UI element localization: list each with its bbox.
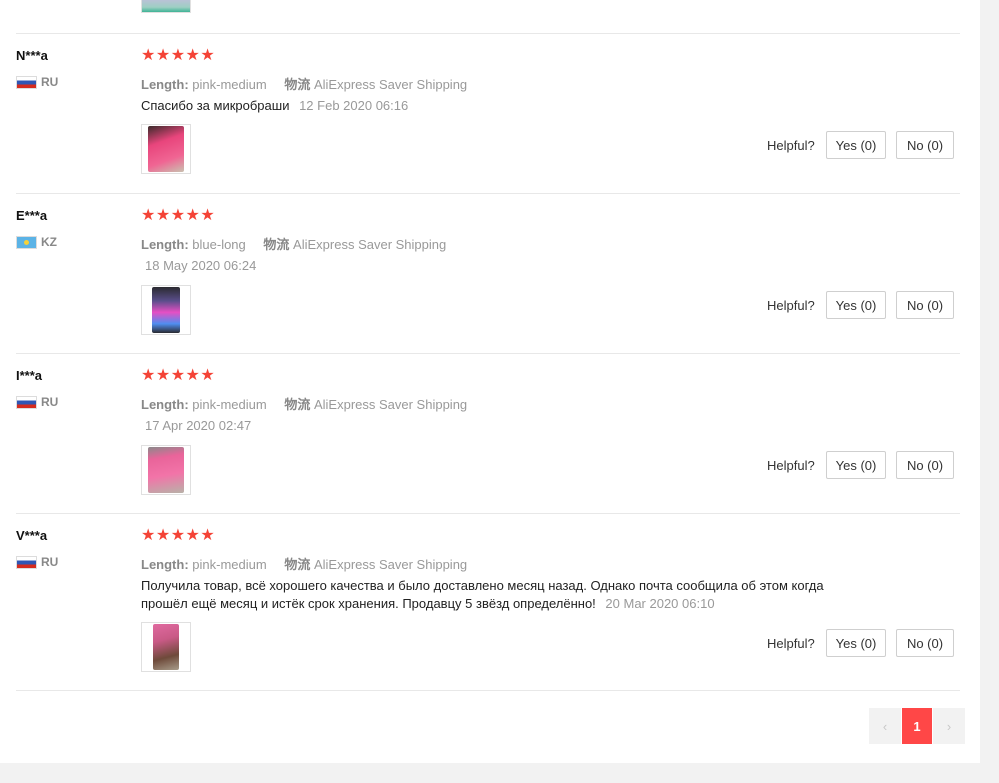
helpful-no-button[interactable]: No (0) [896,629,954,657]
star-rating: ★★★★★ [141,47,216,64]
length-label: Length: [141,237,189,252]
country-code: KZ [41,235,57,249]
photo-image [148,447,184,493]
helpful-label: Helpful? [767,636,815,651]
review-body: Спасибо за микробраши [141,98,290,113]
length-value: pink-medium [192,557,267,572]
review-date: 12 Feb 2020 06:16 [299,98,409,113]
star-rating: ★★★★★ [141,367,216,384]
helpful-no-button[interactable]: No (0) [896,451,954,479]
reviewer-name: E***a [16,208,48,223]
reviewer-name: I***a [16,368,43,383]
review-attributes: Length: pink-medium 物流 AliExpress Saver … [141,394,467,413]
length-label: Length: [141,557,189,572]
helpful-no-button[interactable]: No (0) [896,291,954,319]
reviews-panel: N***a RU ★★★★★ Length: pink-medium 物流 Al… [0,0,980,763]
helpful-label: Helpful? [767,298,815,313]
chevron-left-icon: ‹ [882,718,888,734]
helpful-yes-button[interactable]: Yes (0) [826,629,886,657]
reviewer-name: N***a [16,48,48,63]
review-date: 18 May 2020 06:24 [145,258,257,273]
reviewer-country: RU [16,555,58,569]
helpful-yes-button[interactable]: Yes (0) [826,131,886,159]
photo-image [153,624,179,670]
kazakhstan-flag-icon [16,235,37,249]
length-label: Length: [141,397,189,412]
country-code: RU [41,75,59,89]
helpful-no-button[interactable]: No (0) [896,131,954,159]
shipping-value: AliExpress Saver Shipping [313,557,468,572]
reviewer-country: KZ [16,235,57,249]
reviewer-country: RU [16,395,58,409]
review-attributes: Length: pink-medium 物流 AliExpress Saver … [141,74,467,93]
shipping-value: AliExpress Saver Shipping [313,397,468,412]
review-body: Получила товар, всё хорошего качества и … [141,578,824,611]
previous-review-photo[interactable] [141,0,191,13]
review-photo[interactable] [141,285,191,335]
review-photo[interactable] [141,445,191,495]
review-text: 18 May 2020 06:24 [141,257,881,275]
chevron-right-icon: › [946,718,952,734]
shipping-label: 物流 [263,237,290,252]
helpful-label: Helpful? [767,458,815,473]
pagination-next-button[interactable]: › [933,708,965,744]
length-label: Length: [141,77,189,92]
reviewer-name: V***a [16,528,48,543]
star-rating: ★★★★★ [141,207,216,224]
pagination-page-current[interactable]: 1 [902,708,932,744]
review-date: 20 Mar 2020 06:10 [605,596,715,611]
review-text: 17 Apr 2020 02:47 [141,417,881,435]
shipping-label: 物流 [284,397,311,412]
shipping-label: 物流 [284,77,311,92]
length-value: blue-long [192,237,246,252]
review-date: 17 Apr 2020 02:47 [145,418,252,433]
review-text: Спасибо за микробраши 12 Feb 2020 06:16 [141,97,881,115]
helpful-yes-button[interactable]: Yes (0) [826,451,886,479]
photo-image [148,126,184,172]
helpful-label: Helpful? [767,138,815,153]
review-item: I***a RU ★★★★★ Length: pink-medium 物流 Al… [16,353,960,514]
shipping-value: AliExpress Saver Shipping [293,237,447,252]
reviewer-country: RU [16,75,58,89]
russia-flag-icon [16,75,37,89]
review-photo[interactable] [141,622,191,672]
divider [16,690,960,691]
review-attributes: Length: blue-long 物流 AliExpress Saver Sh… [141,234,446,253]
helpful-yes-button[interactable]: Yes (0) [826,291,886,319]
review-item: V***a RU ★★★★★ Length: pink-medium 物流 Al… [16,513,960,691]
photo-image [152,287,180,333]
review-photo[interactable] [141,124,191,174]
length-value: pink-medium [192,397,267,412]
russia-flag-icon [16,555,37,569]
review-attributes: Length: pink-medium 物流 AliExpress Saver … [141,554,467,573]
country-code: RU [41,395,59,409]
review-text: Получила товар, всё хорошего качества и … [141,577,861,613]
shipping-value: AliExpress Saver Shipping [313,77,468,92]
length-value: pink-medium [192,77,267,92]
star-rating: ★★★★★ [141,527,216,544]
country-code: RU [41,555,59,569]
russia-flag-icon [16,395,37,409]
shipping-label: 物流 [284,557,311,572]
review-item: N***a RU ★★★★★ Length: pink-medium 物流 Al… [16,33,960,194]
pagination-prev-button[interactable]: ‹ [869,708,901,744]
review-item: E***a KZ ★★★★★ Length: blue-long 物流 AliE… [16,193,960,354]
